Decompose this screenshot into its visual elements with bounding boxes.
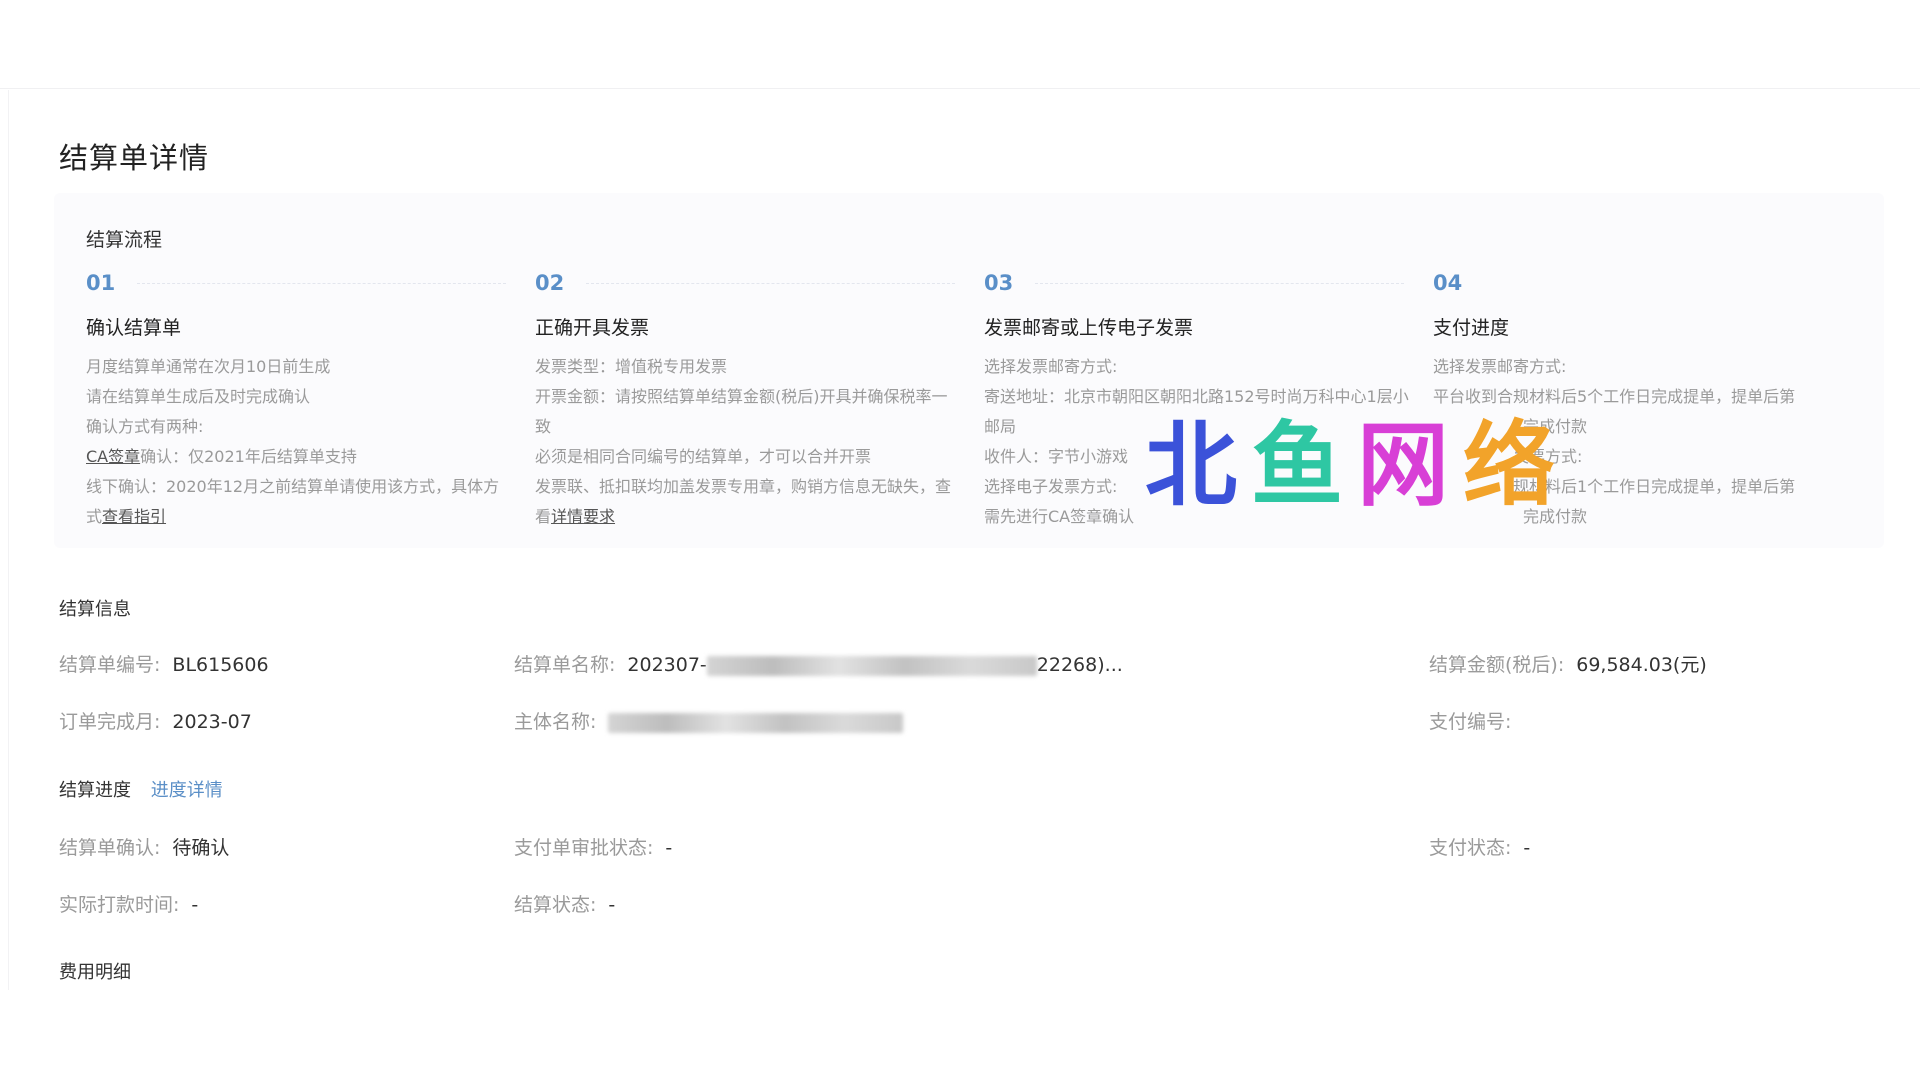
settlement-flow-panel: 结算流程 01 确认结算单 月度结算单通常在次月10日前生成 请在结算单生成后及…: [54, 193, 1884, 548]
flow-step-1: 01 确认结算单 月度结算单通常在次月10日前生成 请在结算单生成后及时完成确认…: [86, 271, 516, 532]
step-text: 发票类型：增值税专用发票: [535, 357, 728, 376]
step-number: 04: [1433, 271, 1463, 295]
step-text: 确认方式有两种:: [86, 417, 204, 436]
top-header-band: [0, 0, 1920, 89]
bill-name-field: 结算单名称: 202307- 22268)...: [514, 654, 1123, 676]
watermark-logo: 北鱼网络: [1145, 412, 1570, 519]
ca-sign-link[interactable]: CA签章: [86, 447, 140, 466]
step-text: 线下确认：2020年12月之前结算单请使用该方式，具体方式查看指引: [86, 477, 500, 526]
bill-number-field: 结算单编号: BL615606: [59, 654, 269, 676]
settlement-info-title: 结算信息: [59, 599, 131, 620]
settlement-status-field: 结算状态: -: [514, 894, 616, 916]
bill-confirm-field: 结算单确认: 待确认: [59, 837, 230, 859]
view-guide-link[interactable]: 查看指引: [102, 507, 166, 526]
step-text: 选择发票邮寄方式:: [1433, 357, 1567, 376]
step-title: 正确开具发票: [535, 317, 650, 339]
approval-status-field: 支付单审批状态: -: [514, 837, 673, 859]
payment-status-field: 支付状态: -: [1429, 837, 1531, 859]
redacted-text: [608, 712, 904, 733]
step-text: CA签章确认：仅2021年后结算单支持: [86, 447, 357, 466]
step-text: 选择发票邮寄方式:: [984, 357, 1118, 376]
settlement-amount-field: 结算金额(税后): 69,584.03(元): [1429, 654, 1707, 676]
page-title: 结算单详情: [59, 141, 210, 175]
redacted-text: [706, 655, 1037, 676]
step-number: 01: [86, 271, 516, 295]
detail-requirements-link[interactable]: 详情要求: [551, 507, 615, 526]
flow-title: 结算流程: [86, 229, 163, 251]
settlement-progress-title: 结算进度 进度详情: [59, 780, 223, 801]
step-title: 支付进度: [1433, 317, 1510, 339]
paid-time-field: 实际打款时间: -: [59, 894, 199, 916]
entity-name-field: 主体名称:: [514, 707, 904, 734]
step-title: 确认结算单: [86, 317, 182, 339]
payment-number-field: 支付编号:: [1429, 711, 1512, 733]
step-text: 发票联、抵扣联均加盖发票专用章，购销方信息无缺失，查看详情要求: [535, 477, 952, 526]
progress-detail-link[interactable]: 进度详情: [151, 780, 223, 801]
fee-details-title: 费用明细: [59, 962, 131, 983]
step-text: 月度结算单通常在次月10日前生成: [86, 357, 331, 376]
settlement-detail-page: 结算单详情 结算流程 01 确认结算单 月度结算单通常在次月10日前生成 请在结…: [8, 90, 1920, 990]
step-text: 平台收到合规材料后5个工作日完成提单，提单后第: [1433, 387, 1796, 406]
step-number: 03: [984, 271, 1414, 295]
order-month-field: 订单完成月: 2023-07: [59, 711, 252, 733]
step-text: 必须是相同合同编号的结算单，才可以合并开票: [535, 447, 872, 466]
step-number: 02: [535, 271, 965, 295]
step-title: 发票邮寄或上传电子发票: [984, 317, 1194, 339]
step-text: 开票金额：请按照结算单结算金额(税后)开具并确保税率一致: [535, 387, 948, 436]
step-text: 请在结算单生成后及时完成确认: [86, 387, 311, 406]
flow-step-2: 02 正确开具发票 发票类型：增值税专用发票 开票金额：请按照结算单结算金额(税…: [535, 271, 965, 532]
